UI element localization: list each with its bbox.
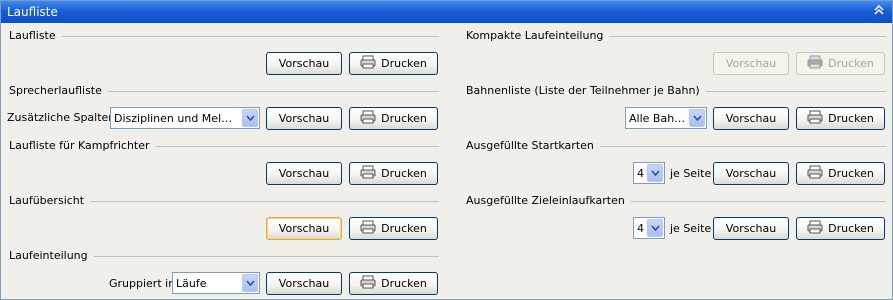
printer-icon	[807, 55, 823, 72]
section-heading: Bahnenliste (Liste der Teilnehmer je Bah…	[466, 84, 706, 97]
chevron-down-icon[interactable]	[242, 109, 258, 127]
per-page-label: je Seite	[670, 222, 712, 235]
extra-columns-select[interactable]: Disziplinen und Meldeze…	[110, 107, 260, 129]
section-kampfrichter: Laufliste für Kampfrichter	[9, 139, 439, 153]
printer-icon	[807, 165, 823, 182]
per-page-label: je Seite	[670, 167, 712, 180]
chevron-down-icon[interactable]	[242, 274, 258, 292]
kompakt-print-button[interactable]: Drucken	[796, 52, 885, 75]
bahnen-print-button[interactable]: Drucken	[796, 107, 885, 130]
chevron-down-icon[interactable]	[689, 109, 705, 127]
uebersicht-preview-button[interactable]: Vorschau	[266, 217, 342, 240]
chevron-down-icon[interactable]	[647, 219, 663, 237]
grouped-in-label: Gruppiert in	[109, 277, 176, 290]
grouping-select[interactable]: Läufe	[172, 272, 260, 294]
section-sprecherlaufliste: Sprecherlaufliste	[9, 84, 439, 98]
printer-icon	[807, 220, 823, 237]
kampfrichter-preview-button[interactable]: Vorschau	[266, 162, 342, 185]
einteilung-print-button[interactable]: Drucken	[349, 272, 438, 295]
printer-icon	[807, 110, 823, 127]
section-heading: Laufeinteilung	[9, 249, 94, 262]
laufliste-print-button[interactable]: Drucken	[349, 52, 438, 75]
printer-icon	[360, 220, 376, 237]
printer-icon	[360, 55, 376, 72]
zielkarten-print-button[interactable]: Drucken	[796, 217, 885, 240]
einteilung-preview-button[interactable]: Vorschau	[266, 272, 342, 295]
section-heading: Kompakte Laufeinteilung	[466, 29, 610, 42]
zielkarten-preview-button[interactable]: Vorschau	[713, 217, 789, 240]
panel-titlebar: Laufliste	[1, 1, 892, 23]
sprecher-preview-button[interactable]: Vorschau	[266, 107, 342, 130]
section-kompakte-laufeinteilung: Kompakte Laufeinteilung	[466, 29, 886, 43]
uebersicht-print-button[interactable]: Drucken	[349, 217, 438, 240]
section-heading: Ausgefüllte Zieleinlaufkarten	[466, 194, 631, 207]
printer-icon	[360, 110, 376, 127]
zielkarten-per-page-select[interactable]: 4	[633, 217, 665, 239]
chevron-down-icon[interactable]	[647, 164, 663, 182]
section-bahnenliste: Bahnenliste (Liste der Teilnehmer je Bah…	[466, 84, 886, 98]
section-heading: Laufliste für Kampfrichter	[9, 139, 156, 152]
printer-icon	[360, 275, 376, 292]
printer-icon	[360, 165, 376, 182]
section-zieleinlaufkarten: Ausgefüllte Zieleinlaufkarten	[466, 194, 886, 208]
section-laufeinteilung: Laufeinteilung	[9, 249, 439, 263]
laufliste-panel: Laufliste Laufliste Vorschau Drucken Spr…	[0, 0, 893, 300]
section-heading: Laufübersicht	[9, 194, 91, 207]
bahnen-preview-button[interactable]: Vorschau	[713, 107, 789, 130]
section-startkarten: Ausgefüllte Startkarten	[466, 139, 886, 153]
section-laufuebersicht: Laufübersicht	[9, 194, 439, 208]
collapse-icon[interactable]	[872, 4, 886, 19]
lanes-select[interactable]: Alle Bahnen	[625, 107, 707, 129]
sprecher-print-button[interactable]: Drucken	[349, 107, 438, 130]
panel-title: Laufliste	[7, 5, 58, 19]
section-heading: Ausgefüllte Startkarten	[466, 139, 600, 152]
startkarten-print-button[interactable]: Drucken	[796, 162, 885, 185]
laufliste-preview-button[interactable]: Vorschau	[266, 52, 342, 75]
section-laufliste: Laufliste	[9, 29, 439, 43]
extra-columns-label: Zusätzliche Spalten:	[7, 111, 119, 124]
kompakt-preview-button[interactable]: Vorschau	[713, 52, 789, 75]
section-heading: Laufliste	[9, 29, 62, 42]
startkarten-preview-button[interactable]: Vorschau	[713, 162, 789, 185]
kampfrichter-print-button[interactable]: Drucken	[349, 162, 438, 185]
startkarten-per-page-select[interactable]: 4	[633, 162, 665, 184]
section-heading: Sprecherlaufliste	[9, 84, 108, 97]
